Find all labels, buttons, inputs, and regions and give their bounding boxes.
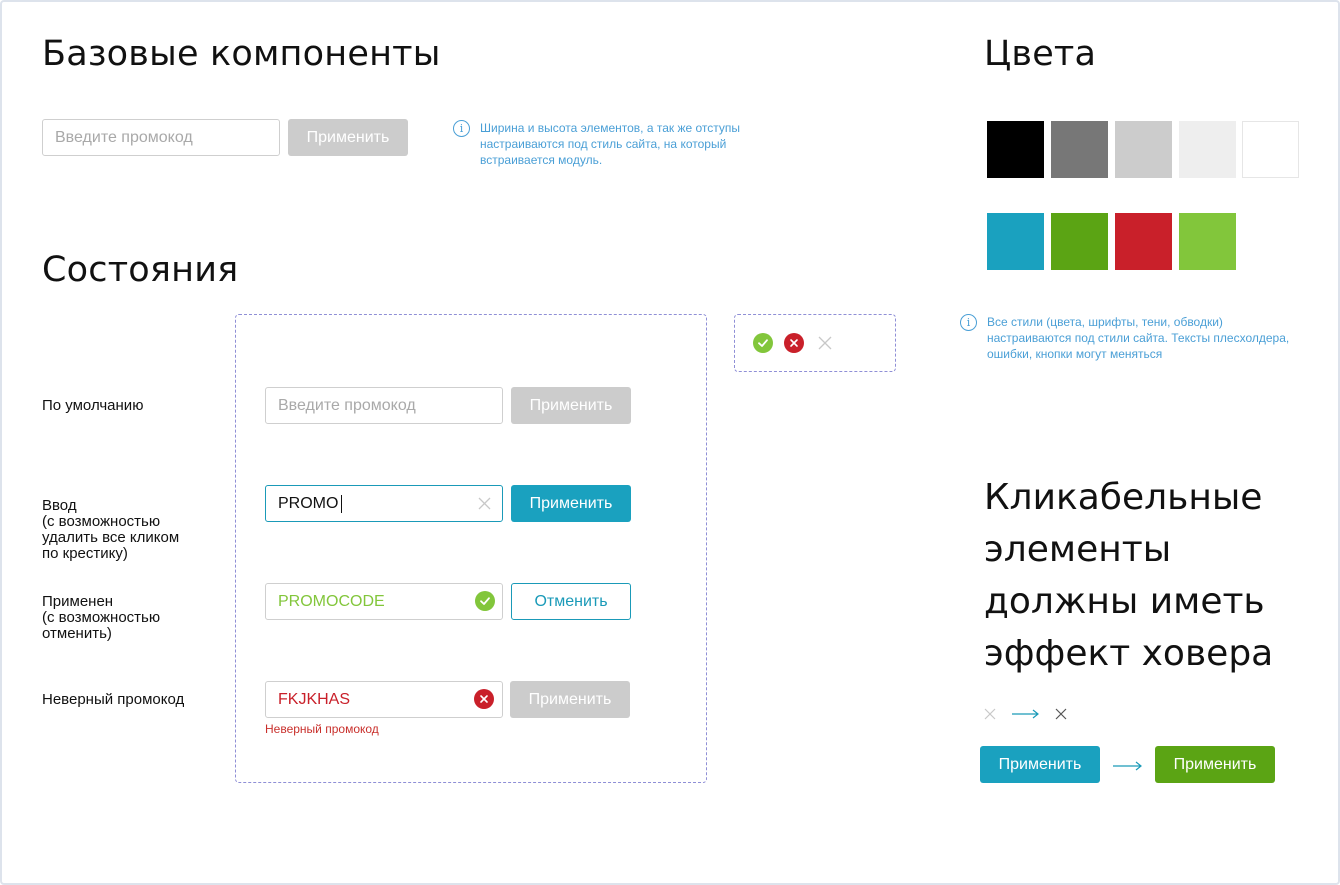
swatch-black [987,121,1044,178]
swatch-green [1051,213,1108,270]
promo-input-error[interactable]: FKJKHAS [265,681,503,718]
hover-note-line: элементы [984,529,1172,570]
arrow-right-icon [1113,759,1143,771]
info-note-styles: i Все стили (цвета, шрифты, тени, обводк… [960,314,1305,362]
arrow-right-icon [1012,707,1040,719]
close-icon-hover [1055,707,1067,720]
promo-input-placeholder: Введите промокод [55,128,193,146]
info-icon: i [453,120,470,137]
hover-note: Кликабельные элементы должны иметь эффек… [984,472,1273,680]
apply-button-hover[interactable]: Применить [1155,746,1275,783]
promo-input-default[interactable]: Введите промокод [265,387,503,424]
apply-button-normal[interactable]: Применить [980,746,1100,783]
swatch-white [1242,121,1299,178]
close-icon [818,336,832,350]
swatch-blue [987,213,1044,270]
promo-input-value: FKJKHAS [278,690,351,708]
info-icon: i [960,314,977,331]
swatch-red [1115,213,1172,270]
state-label-default: По умолчанию [42,397,144,414]
promo-input-typing[interactable]: PROMO [265,485,503,522]
error-icon [784,333,804,353]
close-icon [984,707,996,720]
state-label-applied: Применен (с возможностью отменить) [42,593,161,642]
text-cursor [341,494,343,513]
hover-note-line: должны иметь [984,581,1265,622]
swatch-light-grey [1179,121,1236,178]
state-label-typing: Ввод (с возможностью удалить все кликом … [42,497,180,562]
hover-note-line: Кликабельные [984,477,1263,518]
apply-button-error[interactable]: Применить [510,681,630,718]
check-icon [753,333,773,353]
states-title: Состояния [42,250,239,290]
clear-input-icon[interactable] [478,497,491,510]
error-icon [474,689,494,709]
apply-button-typing[interactable]: Применить [511,485,631,522]
hover-note-line: эффект ховера [984,633,1274,674]
swatch-light-green [1179,213,1236,270]
check-icon [475,591,495,611]
info-note-styles-text: Все стили (цвета, шрифты, тени, обводки)… [987,315,1290,361]
promo-input-placeholder: Введите промокод [278,396,416,414]
promo-input-value: PROMOCODE [278,592,385,610]
info-note-sizes-text: Ширина и высота элементов, а так же отст… [480,121,741,167]
info-note-sizes: i Ширина и высота элементов, а так же от… [453,120,763,168]
cancel-button[interactable]: Отменить [511,583,631,620]
error-message: Неверный промокод [265,722,379,736]
promo-input-value: PROMO [278,494,339,512]
swatch-dark-grey [1051,121,1108,178]
apply-button-base[interactable]: Применить [288,119,408,156]
swatch-grey [1115,121,1172,178]
colors-title: Цвета [984,34,1097,74]
promo-input-base[interactable]: Введите промокод [42,119,280,156]
base-components-title: Базовые компоненты [42,34,441,74]
state-label-error: Неверный промокод [42,691,185,708]
promo-input-applied[interactable]: PROMOCODE [265,583,503,620]
apply-button-default[interactable]: Применить [511,387,631,424]
